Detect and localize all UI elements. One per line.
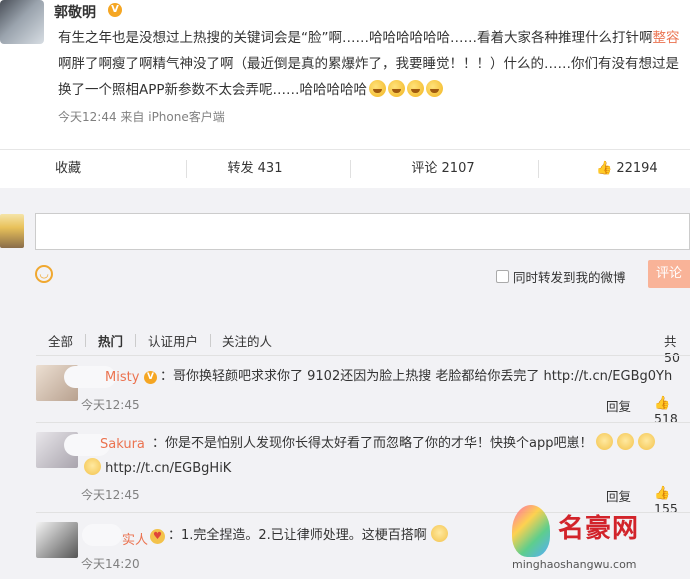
thumbs-up-icon: 👍	[654, 486, 671, 501]
comment-like-count: 155	[654, 501, 678, 516]
commenter-name[interactable]: Misty	[105, 370, 139, 385]
comment-text-body: ：1.完全捏造。2.已让律师处理。这梗百搭啊	[168, 528, 427, 543]
blurred-name	[82, 524, 122, 546]
comment-text: ：哥你换轻颜吧求求你了 9102还因为脸上热搜 老脸都给你丢完了 http://…	[160, 369, 673, 384]
divider	[36, 355, 690, 356]
comment-link[interactable]: http://t.cn/EGBgHiK	[105, 461, 231, 476]
like-button[interactable]: 👍 22194	[596, 150, 690, 188]
filter-following[interactable]: 关注的人	[222, 331, 272, 350]
watermark-name: 名豪网	[558, 514, 640, 544]
comment-text-body: ：你是不是怕别人发现你长得太好看了而忽略了你的才华！快换个app吧崽！	[152, 436, 593, 451]
comment-link-line: http://t.cn/EGBgHiK	[84, 458, 231, 480]
post-meta: 今天12:44 来自 iPhone客户端	[58, 108, 225, 125]
cat-emoji-icon	[617, 433, 635, 450]
divider	[350, 160, 351, 178]
commenter-avatar[interactable]	[36, 522, 78, 558]
favorite-button[interactable]: 收藏	[0, 150, 136, 188]
cat-emoji-icon	[430, 525, 448, 542]
thumbs-up-icon: 👍	[596, 161, 613, 176]
divider	[210, 334, 211, 347]
comment-text: ：1.完全捏造。2.已让律师处理。这梗百搭啊	[168, 525, 448, 547]
reply-button[interactable]: 回复	[606, 396, 631, 415]
smile-face-icon[interactable]: ◡	[35, 265, 53, 283]
thumbs-up-icon: 👍	[654, 396, 671, 411]
laugh-emoji-icon	[369, 80, 387, 97]
comment-time: 今天12:45	[81, 488, 140, 502]
post-timestamp[interactable]: 今天12:44	[58, 110, 117, 124]
divider	[85, 334, 86, 347]
post-text-after: 啊胖了啊瘦了啊精气神没了啊（最近倒是真的累爆炸了，我要睡觉！！！）什么的……你们…	[58, 56, 679, 98]
cat-emoji-icon	[84, 458, 101, 475]
author-avatar[interactable]	[0, 0, 44, 44]
post-source[interactable]: 来自 iPhone客户端	[120, 110, 224, 124]
author-name[interactable]: 郭敬明	[54, 2, 96, 22]
submit-comment-button[interactable]: 评论	[648, 260, 690, 288]
reply-button[interactable]: 回复	[606, 486, 631, 505]
verified-badge-icon: V	[144, 371, 157, 384]
filter-hot[interactable]: 热门	[98, 331, 123, 350]
laugh-emoji-icon	[426, 80, 444, 97]
like-count: 22194	[616, 161, 658, 176]
laugh-emoji-icon	[388, 80, 406, 97]
comment-input[interactable]	[35, 213, 690, 250]
current-user-avatar	[0, 214, 24, 248]
filter-verified[interactable]: 认证用户	[148, 331, 198, 350]
repost-button[interactable]: 转发 431	[200, 150, 310, 188]
repost-checkbox-label[interactable]: 同时转发到我的微博	[513, 267, 626, 286]
commenter-name[interactable]: 实人	[122, 529, 148, 548]
laugh-emoji-icon	[407, 80, 425, 97]
verified-badge-icon: V	[108, 3, 122, 17]
watermark-logo-icon	[512, 505, 550, 557]
divider	[135, 334, 136, 347]
comment-text: ：你是不是怕别人发现你长得太好看了而忽略了你的才华！快换个app吧崽！	[152, 433, 688, 455]
filter-all[interactable]: 全部	[48, 331, 73, 350]
watermark-url: minghaoshangwu.com	[512, 558, 637, 571]
comment-time: 今天14:20	[81, 557, 140, 571]
heart-eyes-emoji-icon: ♥	[150, 529, 165, 544]
post-text-before: 有生之年也是没想过上热搜的关键词会是“脸”啊……哈哈哈哈哈哈……看着大家各种推理…	[58, 30, 653, 46]
comment-time: 今天12:45	[81, 398, 140, 412]
comment-total: 共50	[664, 334, 680, 365]
divider	[36, 422, 690, 423]
post-text-highlight[interactable]: 整容	[653, 30, 680, 46]
action-bar: 收藏 转发 431 评论 2107 👍 22194	[0, 150, 690, 188]
post-text: 有生之年也是没想过上热搜的关键词会是“脸”啊……哈哈哈哈哈哈……看着大家各种推理…	[58, 25, 686, 103]
divider	[186, 160, 187, 178]
commenter-name[interactable]: Sakura	[100, 437, 145, 452]
divider	[538, 160, 539, 178]
comment-button[interactable]: 评论 2107	[388, 150, 498, 188]
cat-emoji-icon	[638, 433, 656, 450]
cat-emoji-icon	[596, 433, 614, 450]
repost-checkbox[interactable]	[496, 270, 509, 283]
comment-like-count: 518	[654, 411, 678, 426]
